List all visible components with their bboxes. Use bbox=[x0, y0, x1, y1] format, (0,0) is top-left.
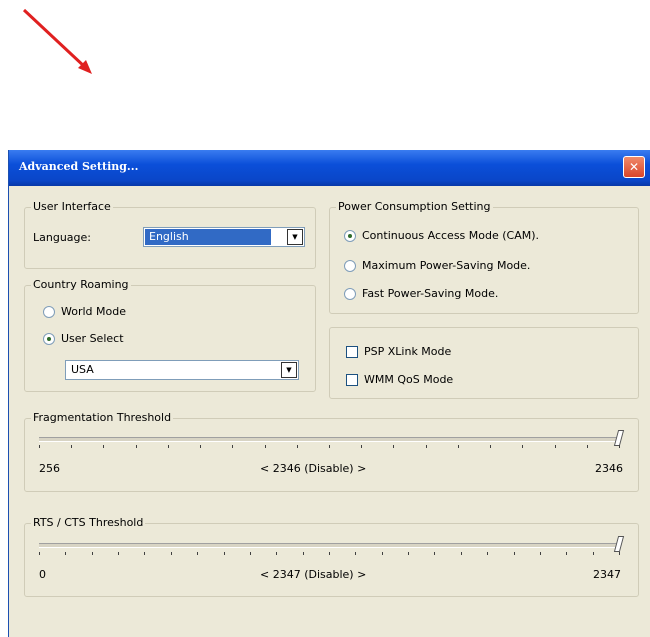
language-value: English bbox=[145, 229, 271, 245]
slider-tick bbox=[593, 552, 594, 555]
slider-tick bbox=[522, 445, 523, 448]
slider-tick bbox=[92, 552, 93, 555]
slider-tick bbox=[393, 445, 394, 448]
max-psm-radio[interactable] bbox=[344, 260, 356, 272]
slider-tick bbox=[329, 552, 330, 555]
slider-tick bbox=[276, 552, 277, 555]
slider-tick bbox=[540, 552, 541, 555]
slider-tick bbox=[490, 445, 491, 448]
chevron-down-icon[interactable]: ▼ bbox=[281, 362, 297, 378]
slider-tick bbox=[171, 552, 172, 555]
wmm-qos-checkbox[interactable] bbox=[346, 374, 358, 386]
slider-tick bbox=[250, 552, 251, 555]
wmm-qos-label[interactable]: WMM QoS Mode bbox=[364, 373, 453, 386]
slider-tick bbox=[458, 445, 459, 448]
slider-tick bbox=[329, 445, 330, 448]
options-group: PSP XLink Mode WMM QoS Mode bbox=[329, 327, 639, 399]
slider-tick bbox=[619, 445, 620, 448]
rts-cts-threshold-group: RTS / CTS Threshold 0 < 2347 (Disable) >… bbox=[24, 516, 639, 597]
slider-tick bbox=[39, 552, 40, 555]
cam-label[interactable]: Continuous Access Mode (CAM). bbox=[362, 229, 539, 242]
slider-tick bbox=[224, 552, 225, 555]
slider-tick bbox=[197, 552, 198, 555]
country-roaming-legend: Country Roaming bbox=[31, 278, 131, 291]
slider-tick bbox=[487, 552, 488, 555]
rts-cts-min: 0 bbox=[39, 568, 46, 581]
slider-tick bbox=[361, 445, 362, 448]
max-psm-label[interactable]: Maximum Power-Saving Mode. bbox=[362, 259, 530, 272]
slider-tick bbox=[118, 552, 119, 555]
slider-tick bbox=[555, 445, 556, 448]
user-select-label[interactable]: User Select bbox=[61, 332, 124, 345]
red-arrow-icon bbox=[22, 8, 92, 74]
slider-tick bbox=[426, 445, 427, 448]
psp-xlink-label[interactable]: PSP XLink Mode bbox=[364, 345, 451, 358]
close-icon: ✕ bbox=[628, 160, 640, 174]
language-label: Language: bbox=[33, 231, 91, 244]
power-consumption-legend: Power Consumption Setting bbox=[336, 200, 493, 213]
rts-cts-max: 2347 bbox=[593, 568, 621, 581]
language-select[interactable]: English ▼ bbox=[143, 227, 305, 247]
slider-tick bbox=[65, 552, 66, 555]
slider-tick bbox=[434, 552, 435, 555]
slider-tick bbox=[303, 552, 304, 555]
rts-cts-value: < 2347 (Disable) > bbox=[260, 568, 367, 581]
close-button[interactable]: ✕ bbox=[623, 156, 645, 178]
slider-tick bbox=[355, 552, 356, 555]
country-select[interactable]: USA ▼ bbox=[65, 360, 299, 380]
slider-tick bbox=[619, 552, 620, 555]
rts-cts-legend: RTS / CTS Threshold bbox=[31, 516, 146, 529]
slider-tick bbox=[461, 552, 462, 555]
fragmentation-min: 256 bbox=[39, 462, 60, 475]
country-value: USA bbox=[71, 363, 94, 376]
slider-tick bbox=[168, 445, 169, 448]
user-interface-legend: User Interface bbox=[31, 200, 113, 213]
slider-tick bbox=[297, 445, 298, 448]
fragmentation-value: < 2346 (Disable) > bbox=[260, 462, 367, 475]
slider-tick bbox=[265, 445, 266, 448]
psp-xlink-checkbox[interactable] bbox=[346, 346, 358, 358]
slider-tick bbox=[103, 445, 104, 448]
world-mode-label[interactable]: World Mode bbox=[61, 305, 126, 318]
slider-tick bbox=[144, 552, 145, 555]
rts-cts-slider-track[interactable] bbox=[39, 543, 619, 548]
slider-tick bbox=[587, 445, 588, 448]
advanced-setting-dialog: Advanced Setting... ✕ User Interface Lan… bbox=[8, 150, 650, 637]
country-roaming-group: Country Roaming World Mode User Select U… bbox=[24, 278, 316, 392]
fragmentation-max: 2346 bbox=[595, 462, 623, 475]
slider-tick bbox=[514, 552, 515, 555]
fragmentation-legend: Fragmentation Threshold bbox=[31, 411, 174, 424]
user-interface-group: User Interface Language: English ▼ bbox=[24, 200, 316, 269]
world-mode-radio[interactable] bbox=[43, 306, 55, 318]
fast-psm-radio[interactable] bbox=[344, 288, 356, 300]
slider-tick bbox=[232, 445, 233, 448]
fragmentation-slider-thumb[interactable] bbox=[613, 430, 625, 446]
user-select-radio[interactable] bbox=[43, 333, 55, 345]
slider-tick bbox=[71, 445, 72, 448]
chevron-down-icon[interactable]: ▼ bbox=[287, 229, 303, 245]
slider-tick bbox=[408, 552, 409, 555]
dialog-title: Advanced Setting... bbox=[19, 160, 139, 173]
fragmentation-threshold-group: Fragmentation Threshold 256 < 2346 (Disa… bbox=[24, 411, 639, 492]
slider-tick bbox=[566, 552, 567, 555]
power-consumption-group: Power Consumption Setting Continuous Acc… bbox=[329, 200, 639, 314]
fast-psm-label[interactable]: Fast Power-Saving Mode. bbox=[362, 287, 498, 300]
slider-tick bbox=[136, 445, 137, 448]
cam-radio[interactable] bbox=[344, 230, 356, 242]
fragmentation-slider-track[interactable] bbox=[39, 437, 619, 442]
rts-cts-slider-thumb[interactable] bbox=[613, 536, 625, 552]
slider-tick bbox=[39, 445, 40, 448]
slider-tick bbox=[200, 445, 201, 448]
slider-tick bbox=[382, 552, 383, 555]
title-bar[interactable]: Advanced Setting... ✕ bbox=[9, 150, 650, 186]
